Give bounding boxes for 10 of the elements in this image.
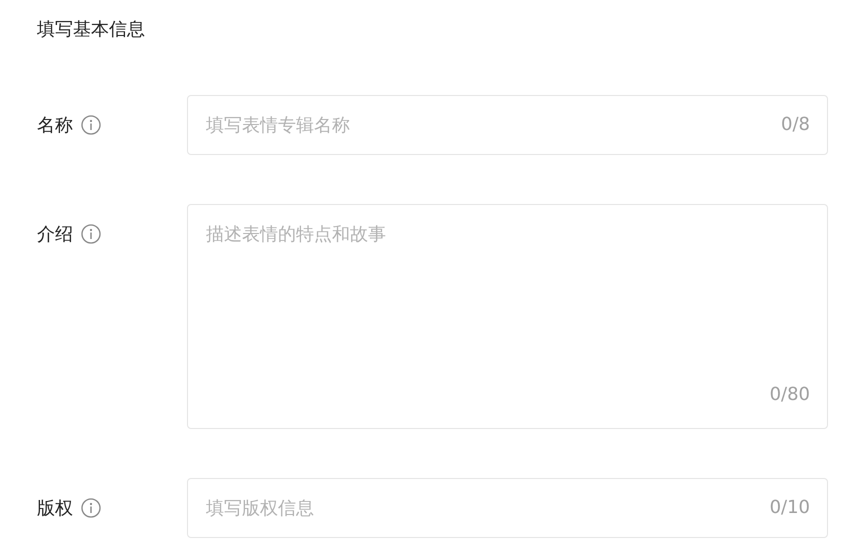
field-label: 介绍 — [37, 223, 73, 246]
character-counter: 0/10 — [770, 497, 810, 519]
section-title: 填写基本信息 — [37, 18, 146, 42]
info-icon[interactable] — [81, 498, 101, 518]
character-counter: 0/8 — [781, 114, 810, 136]
info-icon[interactable] — [81, 224, 101, 244]
character-counter: 0/80 — [770, 384, 810, 406]
field-label: 名称 — [37, 114, 73, 137]
field-label: 版权 — [37, 497, 73, 520]
info-icon[interactable] — [81, 115, 101, 135]
